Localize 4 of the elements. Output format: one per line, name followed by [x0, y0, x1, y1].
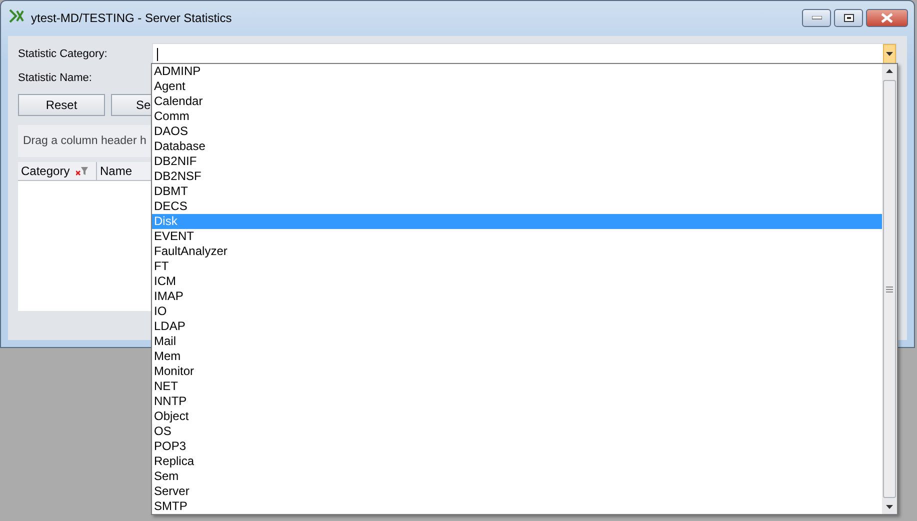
window-title: ytest-MD/TESTING - Server Statistics: [31, 11, 233, 25]
group-hint: Drag a column header h: [23, 135, 146, 147]
field-label: Statistic Name:: [18, 72, 93, 84]
field-label: Statistic Category:: [18, 48, 108, 60]
